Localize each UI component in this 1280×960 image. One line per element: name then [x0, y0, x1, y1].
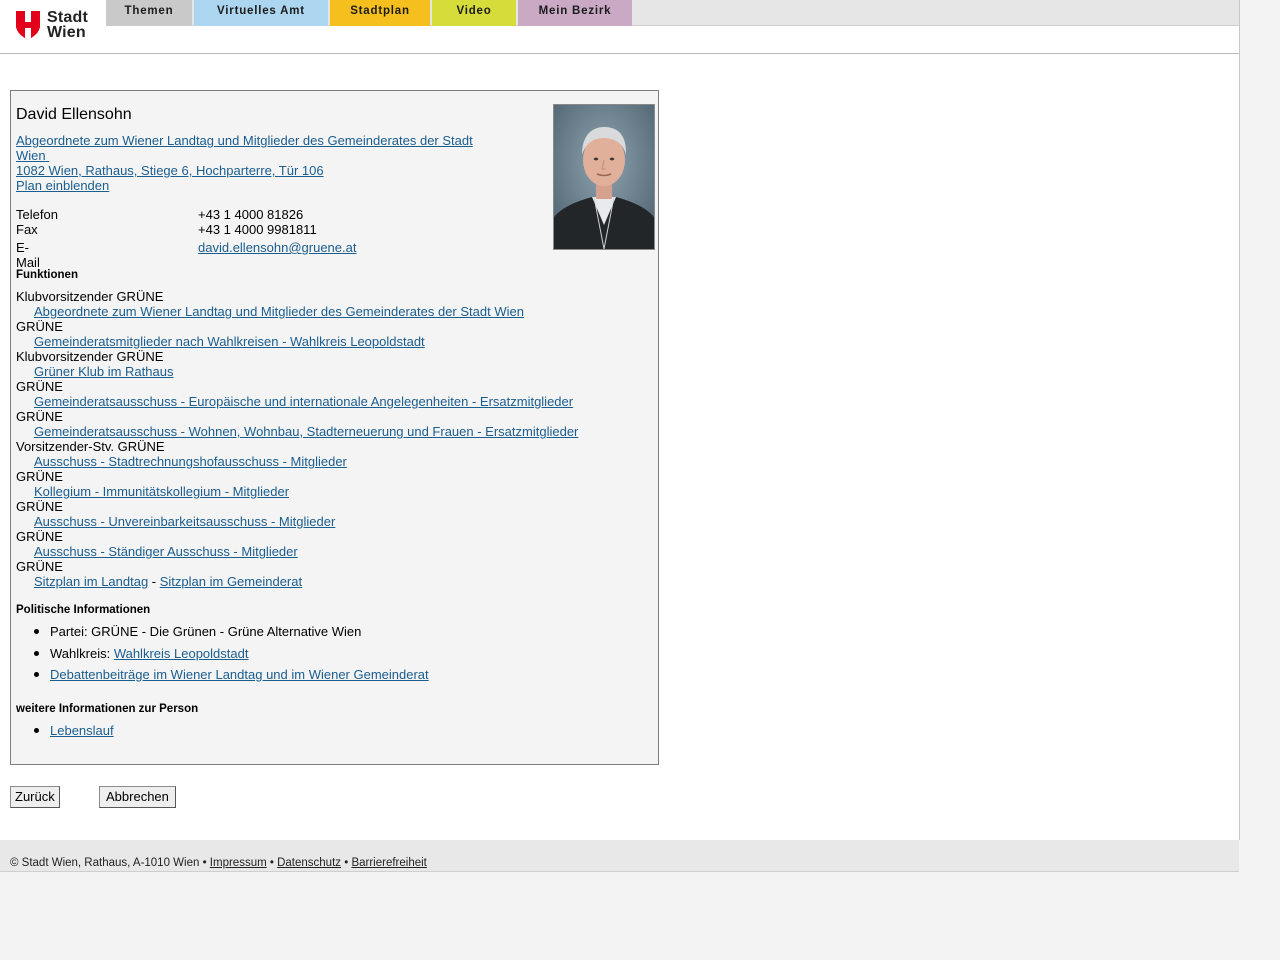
- functions-list: Klubvorsitzender GRÜNE Abgeordnete zum W…: [16, 289, 636, 589]
- function-role: GRÜNE: [16, 529, 63, 544]
- role-link-line-2: Wien: [16, 148, 46, 163]
- function-item: GRÜNE Ausschuss - Ständiger Ausschuss - …: [16, 529, 636, 559]
- function-role: Vorsitzender-Stv. GRÜNE: [16, 439, 165, 454]
- footer-separator: •: [266, 857, 278, 869]
- district-label: Wahlkreis:: [50, 645, 114, 661]
- function-item: GRÜNE Kollegium - Immunitätskollegium - …: [16, 469, 636, 499]
- tab-video[interactable]: Video: [432, 0, 516, 26]
- phone-label: Telefon: [16, 207, 58, 222]
- function-role: GRÜNE: [16, 469, 63, 484]
- function-role: Klubvorsitzender GRÜNE: [16, 289, 164, 304]
- function-role: GRÜNE: [16, 559, 63, 574]
- tab-themen[interactable]: Themen: [106, 0, 192, 26]
- function-role: GRÜNE: [16, 379, 63, 394]
- political-info-heading: Politische Informationen: [16, 604, 151, 616]
- function-item: Klubvorsitzender GRÜNE Abgeordnete zum W…: [16, 289, 636, 319]
- role-link-line-1: Abgeordnete zum Wiener Landtag und Mitgl…: [16, 133, 473, 148]
- function-item: GRÜNE Gemeinderatsausschuss - Wohnen, Wo…: [16, 409, 636, 439]
- political-info-list: Partei: GRÜNE - Die Grünen - Grüne Alter…: [33, 624, 429, 689]
- profile-card: David Ellensohn Abgeordnete zum Wiener L…: [10, 90, 659, 765]
- role-link[interactable]: Abgeordnete zum Wiener Landtag und Mitgl…: [16, 133, 486, 163]
- district-link[interactable]: Wahlkreis Leopoldstadt: [114, 646, 249, 661]
- page: Stadt Wien Themen Virtuelles Amt Stadtpl…: [0, 0, 1240, 840]
- function-item: Vorsitzender-Stv. GRÜNE Ausschuss - Stad…: [16, 439, 636, 469]
- tab-mein-bezirk[interactable]: Mein Bezirk: [518, 0, 632, 26]
- party-item: Partei: GRÜNE - Die Grünen - Grüne Alter…: [33, 624, 429, 646]
- function-role: Klubvorsitzender GRÜNE: [16, 349, 164, 364]
- fax-value: +43 1 4000 9981811: [198, 222, 317, 237]
- function-link[interactable]: Gemeinderatsausschuss - Wohnen, Wohnbau,…: [34, 424, 578, 439]
- show-map-link[interactable]: Plan einblenden: [16, 178, 486, 193]
- logo-wordmark: Stadt Wien: [47, 9, 88, 41]
- datenschutz-link[interactable]: Datenschutz: [277, 857, 341, 869]
- function-link[interactable]: Ausschuss - Unvereinbarkeitsausschuss - …: [34, 514, 335, 529]
- logo-line-1: Stadt: [47, 9, 88, 26]
- function-item: GRÜNE Gemeinderatsausschuss - Europäisch…: [16, 379, 636, 409]
- function-link[interactable]: Ausschuss - Stadtrechnungshofausschuss -…: [34, 454, 347, 469]
- debates-link[interactable]: Debattenbeiträge im Wiener Landtag und i…: [50, 667, 429, 682]
- wien-shield-icon: [16, 11, 40, 40]
- tab-stadtplan[interactable]: Stadtplan: [330, 0, 430, 26]
- address-link[interactable]: 1082 Wien, Rathaus, Stiege 6, Hochparter…: [16, 163, 486, 178]
- impressum-link[interactable]: Impressum: [210, 857, 267, 869]
- function-item: GRÜNE Gemeinderatsmitglieder nach Wahlkr…: [16, 319, 636, 349]
- district-item: Wahlkreis: Wahlkreis Leopoldstadt: [33, 646, 429, 668]
- cv-item: Lebenslauf: [33, 723, 114, 745]
- seat-plan-gemeinderat-link[interactable]: Sitzplan im Gemeinderat: [160, 574, 302, 589]
- logo-line-2: Wien: [47, 24, 86, 41]
- footer-copyright: © Stadt Wien, Rathaus, A-1010 Wien •: [10, 857, 210, 869]
- person-photo: [553, 104, 655, 250]
- tab-virtuelles-amt[interactable]: Virtuelles Amt: [194, 0, 328, 26]
- footer: © Stadt Wien, Rathaus, A-1010 Wien • Imp…: [0, 840, 1239, 872]
- function-link[interactable]: Abgeordnete zum Wiener Landtag und Mitgl…: [34, 304, 524, 319]
- seat-plan-landtag-link[interactable]: Sitzplan im Landtag: [34, 574, 148, 589]
- header: Stadt Wien Themen Virtuelles Amt Stadtpl…: [0, 0, 1239, 54]
- phone-value: +43 1 4000 81826: [198, 207, 304, 222]
- function-role: GRÜNE: [16, 319, 63, 334]
- function-link[interactable]: Ausschuss - Ständiger Ausschuss - Mitgli…: [34, 544, 298, 559]
- barrierefreiheit-link[interactable]: Barrierefreiheit: [351, 857, 426, 869]
- address-block: Abgeordnete zum Wiener Landtag und Mitgl…: [16, 133, 486, 193]
- footer-separator: •: [341, 857, 352, 869]
- more-info-heading: weitere Informationen zur Person: [16, 703, 199, 715]
- cancel-button[interactable]: Abbrechen: [99, 786, 176, 808]
- functions-heading: Funktionen: [16, 269, 78, 281]
- more-info-list: Lebenslauf: [33, 723, 114, 745]
- function-role: GRÜNE: [16, 499, 63, 514]
- party-text: Partei: GRÜNE - Die Grünen - Grüne Alter…: [50, 624, 362, 639]
- function-link[interactable]: Gemeinderatsausschuss - Europäische und …: [34, 394, 573, 409]
- portrait-image: [554, 105, 654, 249]
- function-item: GRÜNE Ausschuss - Unvereinbarkeitsaussch…: [16, 499, 636, 529]
- seat-plan-item: GRÜNE Sitzplan im Landtag - Sitzplan im …: [16, 559, 636, 589]
- footer-text: © Stadt Wien, Rathaus, A-1010 Wien • Imp…: [10, 857, 427, 869]
- function-item: Klubvorsitzender GRÜNE Grüner Klub im Ra…: [16, 349, 636, 379]
- function-link[interactable]: Grüner Klub im Rathaus: [34, 364, 173, 379]
- seat-plan-links: Sitzplan im Landtag - Sitzplan im Gemein…: [34, 574, 302, 589]
- debates-item: Debattenbeiträge im Wiener Landtag und i…: [33, 667, 429, 689]
- seat-plan-separator: -: [148, 574, 160, 589]
- function-role: GRÜNE: [16, 409, 63, 424]
- email-label: E-Mail: [16, 240, 40, 270]
- back-button[interactable]: Zurück: [10, 786, 60, 808]
- stadt-wien-logo[interactable]: Stadt Wien: [16, 10, 96, 42]
- function-link[interactable]: Gemeinderatsmitglieder nach Wahlkreisen …: [34, 334, 425, 349]
- person-name: David Ellensohn: [16, 106, 132, 123]
- email-link[interactable]: david.ellensohn@gruene.at: [198, 240, 356, 255]
- cv-link[interactable]: Lebenslauf: [50, 723, 114, 738]
- function-link[interactable]: Kollegium - Immunitätskollegium - Mitgli…: [34, 484, 289, 499]
- fax-label: Fax: [16, 222, 38, 237]
